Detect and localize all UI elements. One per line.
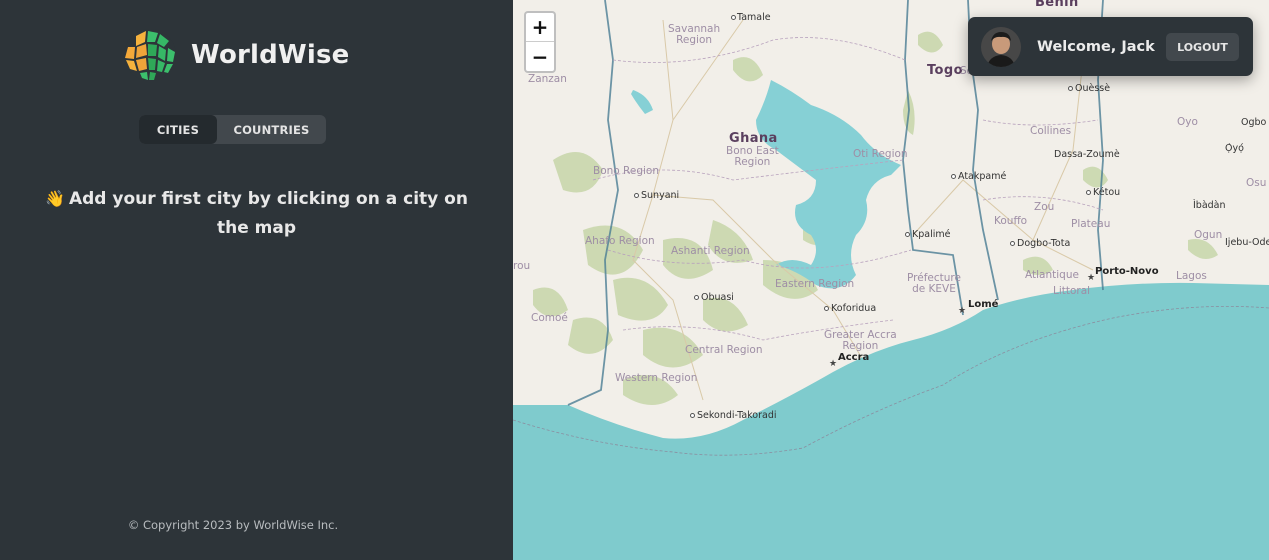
empty-state-text: Add your first city by clicking on a cit… xyxy=(68,189,468,238)
globe-logo-icon xyxy=(124,29,176,81)
map-label-osun: Osu xyxy=(1246,177,1267,189)
app-name: WorldWise xyxy=(191,40,350,70)
user-panel: Welcome, Jack Logout xyxy=(968,17,1253,76)
map-label-oti: Oti Region xyxy=(853,148,908,160)
logout-button[interactable]: Logout xyxy=(1166,33,1239,61)
map-capital-accra-icon: ★ xyxy=(829,359,838,369)
waving-hand-icon: 👋 xyxy=(45,189,65,208)
map-label-ahafo: Ahafo Region xyxy=(585,235,655,247)
map-label-western: Western Region xyxy=(615,372,698,384)
map-marker-koforidua xyxy=(824,306,829,311)
map-label-ashanti: Ashanti Region xyxy=(671,245,750,257)
map-marker-sekondi xyxy=(690,413,695,418)
map-label-dassa: Dassa-Zoumè xyxy=(1054,149,1120,160)
map-label-accra: Accra xyxy=(838,352,870,363)
map-label-tamale: Tamale xyxy=(737,12,771,23)
map-label-zou: Zou xyxy=(1034,201,1055,213)
map-marker-dogbo xyxy=(1010,241,1015,246)
map-label-littoral: Littoral xyxy=(1053,285,1091,297)
map-label-ghana: Ghana xyxy=(729,131,778,146)
map-label-benin: Bénin xyxy=(1035,0,1079,10)
map-label-togo: Togo xyxy=(927,63,963,78)
map-label-zanzan: Zanzan xyxy=(528,73,567,85)
map-label-lagos: Lagos xyxy=(1176,270,1207,282)
map-label-dogbo: Dogbo-Tota xyxy=(1017,238,1071,249)
map-label-atakpame: Atakpamé xyxy=(958,171,1007,182)
view-tabs: Cities Countries xyxy=(139,115,326,144)
map-label-savannah: Savannah Region xyxy=(668,23,721,46)
tab-cities[interactable]: Cities xyxy=(139,115,217,144)
app-logo[interactable]: WorldWise xyxy=(122,27,349,83)
map-label-eastern: Eastern Region xyxy=(775,278,855,290)
map-label-koforidua: Koforidua xyxy=(831,303,877,314)
welcome-text: Welcome, Jack xyxy=(1037,38,1155,55)
map-label-plateau: Plateau xyxy=(1071,218,1111,230)
map-label-lome: Lomé xyxy=(968,299,999,310)
map-label-ketou: Kétou xyxy=(1093,187,1121,198)
map-tiles[interactable] xyxy=(513,0,1269,560)
map-capital-lome-icon: ★ xyxy=(958,306,967,316)
map-label-kouffo: Kouffo xyxy=(994,215,1028,227)
map-label-atlantique: Atlantique xyxy=(1025,269,1079,281)
map-label-greater-accra: Greater Accra Region xyxy=(824,329,897,352)
map-label-obuasi: Obuasi xyxy=(701,292,734,303)
map-label-central: Central Region xyxy=(685,344,763,356)
map-marker-tamale xyxy=(731,15,736,20)
map-marker-ketou xyxy=(1086,190,1091,195)
map-label-ouesse: Ouèssè xyxy=(1075,83,1111,94)
map-label-collines: Collines xyxy=(1030,125,1072,137)
map-label-ogun: Ogun xyxy=(1194,229,1223,241)
map-label-bono: Bono Region xyxy=(593,165,659,177)
map-label-oyo: Oyo xyxy=(1177,116,1198,128)
map-label-ibadan: Ìbàdàn xyxy=(1193,200,1226,211)
map-marker-kpalime xyxy=(905,232,910,237)
map-label-sekondi: Sekondi-Takoradi xyxy=(697,410,777,421)
copyright-footer: © Copyright 2023 by WorldWise Inc. xyxy=(127,518,339,532)
user-avatar-icon xyxy=(981,26,1021,67)
avatar xyxy=(981,26,1021,67)
map-marker-ouesse xyxy=(1068,86,1073,91)
map-marker-obuasi xyxy=(694,295,699,300)
map-label-rou: rou xyxy=(513,260,531,272)
sidebar: WorldWise Cities Countries 👋 Add your fir… xyxy=(0,0,513,560)
zoom-in-button[interactable]: + xyxy=(526,13,554,42)
map-capital-porto-novo-icon: ★ xyxy=(1087,273,1096,283)
map-label-porto-novo: Porto-Novo xyxy=(1095,266,1159,277)
zoom-control: + − xyxy=(524,11,556,73)
tab-countries[interactable]: Countries xyxy=(217,115,326,144)
empty-state-message: 👋 Add your first city by clicking on a ci… xyxy=(40,184,473,243)
map-label-prefecture: Préfecture de KEVE xyxy=(907,272,961,295)
map-label-ogbo: Ogbo xyxy=(1241,117,1267,128)
map-label-comoe: Comoé xyxy=(531,312,568,324)
map-label-kpalime: Kpalimé xyxy=(912,229,951,240)
map-label-sunyani: Sunyani xyxy=(641,190,680,201)
map-marker-sunyani xyxy=(634,193,639,198)
map-label-ijebu: Ijebu-Ode xyxy=(1225,237,1269,248)
map-marker-atakpame xyxy=(951,174,956,179)
map-label-oyo-city: Ọ̀yọ́ xyxy=(1225,143,1244,154)
zoom-out-button[interactable]: − xyxy=(526,42,554,71)
map-label-bono-east: Bono East Region xyxy=(726,145,779,168)
map[interactable]: Tamale Savannah Region Zanzan Ghana Bono… xyxy=(513,0,1269,560)
